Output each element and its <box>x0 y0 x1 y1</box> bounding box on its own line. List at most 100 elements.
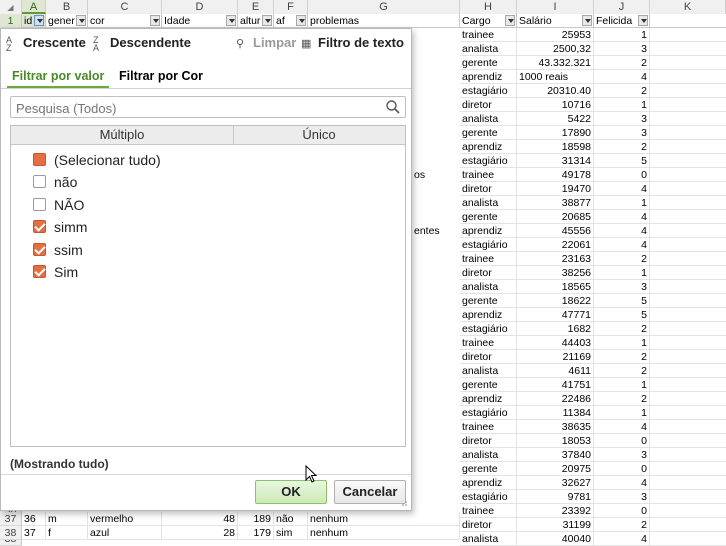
cell-empty[interactable] <box>650 336 726 350</box>
cell-empty[interactable] <box>650 490 726 504</box>
cell-salario[interactable]: 31199 <box>517 518 594 532</box>
cell-alt[interactable]: 189 <box>238 512 274 526</box>
column-header-f[interactable]: F <box>274 0 308 14</box>
select-all-corner[interactable]: ◢ <box>0 0 22 14</box>
cell-empty[interactable] <box>650 392 726 406</box>
cell-felicidade[interactable]: 0 <box>594 434 650 448</box>
cell-cargo[interactable]: analista <box>460 448 517 462</box>
cell-empty[interactable] <box>650 364 726 378</box>
cell-empty[interactable] <box>650 504 726 518</box>
cell-empty[interactable] <box>650 154 726 168</box>
cell-cargo[interactable]: analista <box>460 364 517 378</box>
cell-empty[interactable] <box>650 434 726 448</box>
cell-cargo[interactable]: diretor <box>460 182 517 196</box>
cell-cargo[interactable]: diretor <box>460 434 517 448</box>
cell-salario[interactable]: 11384 <box>517 406 594 420</box>
cell-salario[interactable]: 20975 <box>517 462 594 476</box>
cell-empty[interactable] <box>650 238 726 252</box>
header-cell-problemas[interactable]: problemas <box>308 14 460 28</box>
item-checkbox[interactable] <box>33 197 46 211</box>
cell-cor[interactable]: vermelho <box>88 512 162 526</box>
cell-idade[interactable]: 48 <box>162 512 238 526</box>
column-header-h[interactable]: H <box>460 0 517 14</box>
cell-cargo[interactable]: estagiário <box>460 490 517 504</box>
cell-salario[interactable]: 1682 <box>517 322 594 336</box>
item-checkbox[interactable] <box>33 242 46 256</box>
cell-salario[interactable]: 10716 <box>517 98 594 112</box>
cell-salario[interactable]: 18053 <box>517 434 594 448</box>
cell-felicidade[interactable]: 1 <box>594 336 650 350</box>
column-header-e[interactable]: E <box>238 0 274 14</box>
header-cell-af[interactable]: af <box>274 14 308 28</box>
cell-cargo[interactable]: analista <box>460 112 517 126</box>
cell-felicidade[interactable]: 4 <box>594 210 650 224</box>
cell-salario[interactable]: 43.332.321 <box>517 56 594 70</box>
cell-salario[interactable]: 22486 <box>517 392 594 406</box>
cell-felicidade[interactable]: 4 <box>594 182 650 196</box>
cell-cargo[interactable]: analista <box>460 532 517 546</box>
header-cell-id[interactable]: id <box>22 14 46 28</box>
cell-empty[interactable] <box>650 56 726 70</box>
cell-cargo[interactable]: gerente <box>460 378 517 392</box>
cell-salario[interactable]: 49178 <box>517 168 594 182</box>
cell-empty[interactable] <box>650 308 726 322</box>
cell-felicidade[interactable]: 0 <box>594 462 650 476</box>
cell-salario[interactable]: 23392 <box>517 504 594 518</box>
cell-salario[interactable]: 32627 <box>517 476 594 490</box>
cell-felicidade[interactable]: 2 <box>594 140 650 154</box>
cell-salario[interactable]: 38635 <box>517 420 594 434</box>
cell-empty[interactable] <box>650 294 726 308</box>
tab-filter-by-color[interactable]: Filtrar por Cor <box>114 64 208 88</box>
cell-cargo[interactable]: analista <box>460 42 517 56</box>
cell-salario[interactable]: 9781 <box>517 490 594 504</box>
cell-salario[interactable]: 20685 <box>517 210 594 224</box>
cell-felicidade[interactable]: 3 <box>594 112 650 126</box>
cell-salario[interactable]: 21169 <box>517 350 594 364</box>
sort-descending-button[interactable]: Z A Descendente <box>93 35 191 52</box>
cell-empty[interactable] <box>650 532 726 546</box>
column-header-a[interactable]: A <box>22 0 46 14</box>
cell-felicidade[interactable]: 2 <box>594 518 650 532</box>
cell-empty[interactable] <box>650 462 726 476</box>
cell-empty[interactable] <box>650 42 726 56</box>
cell-salario[interactable]: 37840 <box>517 448 594 462</box>
sort-ascending-button[interactable]: A Z Crescente <box>6 35 86 52</box>
cell-felicidade[interactable]: 0 <box>594 504 650 518</box>
cell-empty[interactable] <box>650 350 726 364</box>
cell-empty[interactable] <box>650 70 726 84</box>
cell-id[interactable]: 36 <box>22 512 46 526</box>
autofilter-dropdown-felicidade[interactable] <box>638 15 648 26</box>
value-list[interactable]: Múltiplo Único (Selecionar tudo) não NÃO si… <box>10 125 406 447</box>
cell-felicidade[interactable]: 3 <box>594 490 650 504</box>
cell-empty[interactable] <box>650 518 726 532</box>
cell-cargo[interactable]: aprendiz <box>460 70 517 84</box>
cell-felicidade[interactable]: 4 <box>594 532 650 546</box>
autofilter-dropdown-idade[interactable] <box>226 15 236 26</box>
cell-empty[interactable] <box>650 448 726 462</box>
cell-felicidade[interactable]: 2 <box>594 84 650 98</box>
cancel-button[interactable]: Cancelar <box>334 480 406 504</box>
cell-partial-text[interactable]: entes <box>412 224 460 238</box>
cell-felicidade[interactable]: 3 <box>594 42 650 56</box>
cell-cargo[interactable]: estagiário <box>460 406 517 420</box>
cell-cargo[interactable]: diretor <box>460 266 517 280</box>
cell-empty[interactable] <box>650 112 726 126</box>
cell-felicidade[interactable]: 1 <box>594 406 650 420</box>
cell-empty[interactable] <box>650 322 726 336</box>
cell-salario[interactable]: 44403 <box>517 336 594 350</box>
cell-felicidade[interactable]: 3 <box>594 280 650 294</box>
cell-cargo[interactable]: trainee <box>460 336 517 350</box>
row-header[interactable]: 37 <box>0 512 22 526</box>
cell-cargo[interactable]: gerente <box>460 462 517 476</box>
column-single[interactable]: Único <box>233 126 405 144</box>
cell-cargo[interactable]: diretor <box>460 518 517 532</box>
header-cell-gener[interactable]: gener <box>46 14 88 28</box>
column-header-i[interactable]: I <box>517 0 594 14</box>
cell-salario[interactable]: 45556 <box>517 224 594 238</box>
header-cell-altur[interactable]: altur <box>238 14 274 28</box>
cell-salario[interactable]: 38256 <box>517 266 594 280</box>
row-header[interactable]: 1 <box>0 14 22 28</box>
cell-felicidade[interactable]: 3 <box>594 126 650 140</box>
cell-cargo[interactable]: gerente <box>460 294 517 308</box>
cell-salario[interactable]: 31314 <box>517 154 594 168</box>
